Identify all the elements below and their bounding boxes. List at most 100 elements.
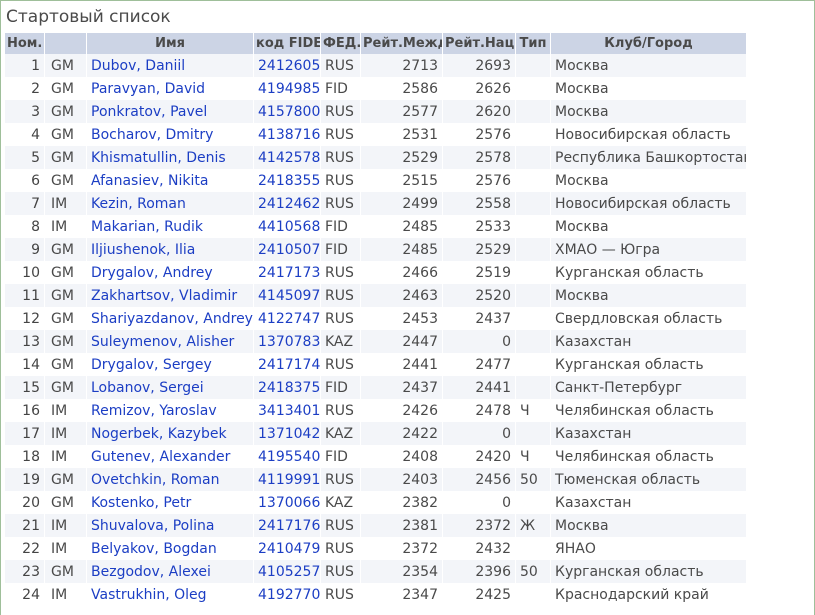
player-name-link[interactable]: Paravyan, David bbox=[87, 77, 254, 100]
player-number: 1 bbox=[5, 54, 45, 77]
player-name-link[interactable]: Afanasiev, Nikita bbox=[87, 169, 254, 192]
fide-id-link[interactable]: 24171743 bbox=[254, 353, 321, 376]
rating-national: 2576 bbox=[443, 169, 516, 192]
player-number: 22 bbox=[5, 537, 45, 560]
player-name-link[interactable]: Ponkratov, Pavel bbox=[87, 100, 254, 123]
table-row: 16 IM Remizov, Yaroslav 34134015 RUS 242… bbox=[5, 399, 746, 422]
rating-intl: 2531 bbox=[361, 123, 443, 146]
player-title: GM bbox=[45, 238, 87, 261]
player-name-link[interactable]: Shariyazdanov, Andrey bbox=[87, 307, 254, 330]
player-title: IM bbox=[45, 445, 87, 468]
fide-id-link[interactable]: 4138716 bbox=[254, 123, 321, 146]
fide-id-link[interactable]: 24171760 bbox=[254, 514, 321, 537]
player-name-link[interactable]: Gutenev, Alexander bbox=[87, 445, 254, 468]
player-type bbox=[516, 583, 551, 606]
fide-id-link[interactable]: 24183555 bbox=[254, 169, 321, 192]
fide-id-link[interactable]: 24183750 bbox=[254, 376, 321, 399]
fide-id-link[interactable]: 4119991 bbox=[254, 468, 321, 491]
player-title: GM bbox=[45, 146, 87, 169]
fide-id-link[interactable]: 4105257 bbox=[254, 560, 321, 583]
rating-national: 2519 bbox=[443, 261, 516, 284]
fide-id-link[interactable]: 4192770 bbox=[254, 583, 321, 606]
rating-intl: 2515 bbox=[361, 169, 443, 192]
player-name-link[interactable]: Kostenko, Petr bbox=[87, 491, 254, 514]
rating-intl: 2441 bbox=[361, 353, 443, 376]
fide-id-link[interactable]: 24104795 bbox=[254, 537, 321, 560]
rating-national: 2477 bbox=[443, 353, 516, 376]
rating-intl: 2529 bbox=[361, 146, 443, 169]
rating-national: 2626 bbox=[443, 77, 516, 100]
fide-id-link[interactable]: 24105074 bbox=[254, 238, 321, 261]
col-header-rating-national[interactable]: Рейт.Нац. bbox=[443, 33, 516, 54]
rating-intl: 2408 bbox=[361, 445, 443, 468]
table-row: 15 GM Lobanov, Sergei 24183750 FID 2437 … bbox=[5, 376, 746, 399]
player-number: 6 bbox=[5, 169, 45, 192]
col-header-rating-intl[interactable]: Рейт.Межд. bbox=[361, 33, 443, 54]
player-name-link[interactable]: Lobanov, Sergei bbox=[87, 376, 254, 399]
table-row: 4 GM Bocharov, Dmitry 4138716 RUS 2531 2… bbox=[5, 123, 746, 146]
player-title: IM bbox=[45, 422, 87, 445]
col-header-fide-id[interactable]: код FIDE bbox=[254, 33, 321, 54]
player-number: 4 bbox=[5, 123, 45, 146]
rating-intl: 2403 bbox=[361, 468, 443, 491]
player-name-link[interactable]: Kezin, Roman bbox=[87, 192, 254, 215]
player-name-link[interactable]: Shuvalova, Polina bbox=[87, 514, 254, 537]
fide-id-link[interactable]: 13700669 bbox=[254, 491, 321, 514]
player-type bbox=[516, 238, 551, 261]
rating-national: 2420 bbox=[443, 445, 516, 468]
player-title: IM bbox=[45, 399, 87, 422]
fide-id-link[interactable]: 4194985 bbox=[254, 77, 321, 100]
player-name-link[interactable]: Bezgodov, Alexei bbox=[87, 560, 254, 583]
player-name-link[interactable]: Drygalov, Sergey bbox=[87, 353, 254, 376]
fide-id-link[interactable]: 4122747 bbox=[254, 307, 321, 330]
fide-id-link[interactable]: 4145097 bbox=[254, 284, 321, 307]
player-title: GM bbox=[45, 353, 87, 376]
fide-id-link[interactable]: 4195540 bbox=[254, 445, 321, 468]
table-row: 14 GM Drygalov, Sergey 24171743 RUS 2441… bbox=[5, 353, 746, 376]
col-header-type[interactable]: Тип bbox=[516, 33, 551, 54]
player-federation: KAZ bbox=[321, 330, 361, 353]
fide-id-link[interactable]: 24126055 bbox=[254, 54, 321, 77]
table-row: 5 GM Khismatullin, Denis 4142578 RUS 252… bbox=[5, 146, 746, 169]
player-federation: RUS bbox=[321, 146, 361, 169]
player-name-link[interactable]: Suleymenov, Alisher bbox=[87, 330, 254, 353]
player-name-link[interactable]: Nogerbek, Kazybek bbox=[87, 422, 254, 445]
rating-intl: 2447 bbox=[361, 330, 443, 353]
player-name-link[interactable]: Khismatullin, Denis bbox=[87, 146, 254, 169]
fide-id-link[interactable]: 24171735 bbox=[254, 261, 321, 284]
col-header-name[interactable]: Имя bbox=[87, 33, 254, 54]
player-type bbox=[516, 376, 551, 399]
player-club: Новосибирская область bbox=[551, 192, 746, 215]
col-header-number[interactable]: Ном. bbox=[5, 33, 45, 54]
player-name-link[interactable]: Iljiushenok, Ilia bbox=[87, 238, 254, 261]
player-name-link[interactable]: Ovetchkin, Roman bbox=[87, 468, 254, 491]
fide-id-link[interactable]: 13707833 bbox=[254, 330, 321, 353]
player-title: GM bbox=[45, 284, 87, 307]
player-name-link[interactable]: Vastrukhin, Oleg bbox=[87, 583, 254, 606]
fide-id-link[interactable]: 34134015 bbox=[254, 399, 321, 422]
fide-id-link[interactable]: 24124621 bbox=[254, 192, 321, 215]
fide-id-link[interactable]: 44105681 bbox=[254, 215, 321, 238]
player-name-link[interactable]: Dubov, Daniil bbox=[87, 54, 254, 77]
player-name-link[interactable]: Makarian, Rudik bbox=[87, 215, 254, 238]
col-header-club[interactable]: Клуб/Город bbox=[551, 33, 746, 54]
fide-id-link[interactable]: 13710427 bbox=[254, 422, 321, 445]
player-federation: RUS bbox=[321, 514, 361, 537]
rating-national: 0 bbox=[443, 330, 516, 353]
rating-intl: 2466 bbox=[361, 261, 443, 284]
player-title: GM bbox=[45, 307, 87, 330]
rating-intl: 2453 bbox=[361, 307, 443, 330]
fide-id-link[interactable]: 4142578 bbox=[254, 146, 321, 169]
fide-id-link[interactable]: 4157800 bbox=[254, 100, 321, 123]
player-federation: RUS bbox=[321, 284, 361, 307]
player-number: 10 bbox=[5, 261, 45, 284]
col-header-title[interactable] bbox=[45, 33, 87, 54]
player-name-link[interactable]: Remizov, Yaroslav bbox=[87, 399, 254, 422]
player-name-link[interactable]: Bocharov, Dmitry bbox=[87, 123, 254, 146]
player-federation: RUS bbox=[321, 261, 361, 284]
player-name-link[interactable]: Drygalov, Andrey bbox=[87, 261, 254, 284]
player-name-link[interactable]: Belyakov, Bogdan bbox=[87, 537, 254, 560]
player-name-link[interactable]: Zakhartsov, Vladimir bbox=[87, 284, 254, 307]
player-federation: KAZ bbox=[321, 422, 361, 445]
col-header-federation[interactable]: ФЕД. bbox=[321, 33, 361, 54]
